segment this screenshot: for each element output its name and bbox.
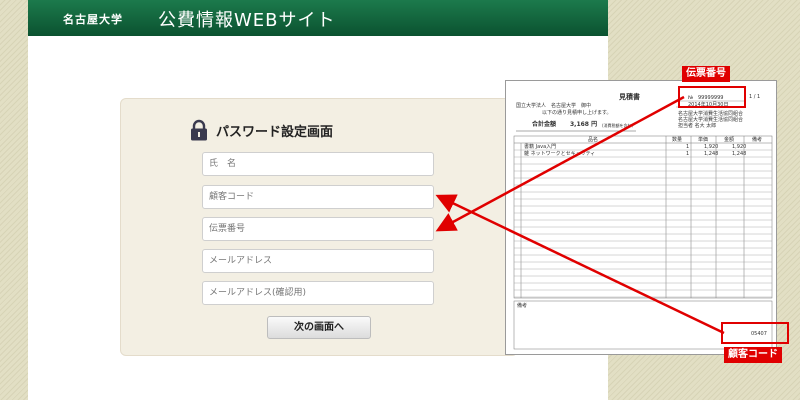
doc-page: 1 / 1 bbox=[749, 94, 761, 100]
doc-col-qty: 数量 bbox=[672, 137, 683, 143]
slip-number-highlight bbox=[678, 86, 746, 108]
doc-row1-qty: 1 bbox=[686, 144, 690, 150]
doc-row2-amount: 1,248 bbox=[732, 151, 747, 157]
slip-number-field[interactable] bbox=[202, 217, 434, 241]
next-button[interactable]: 次の画面へ bbox=[267, 316, 371, 339]
name-field[interactable] bbox=[202, 152, 434, 176]
doc-recipient: 国立大学法人 名古屋大学 御中 bbox=[516, 103, 592, 109]
doc-title: 見積書 bbox=[619, 93, 640, 101]
doc-greeting: 以下の通り見積申し上げます。 bbox=[542, 110, 612, 116]
doc-total-label: 合計金額 bbox=[532, 121, 557, 128]
doc-supplier-3: 担当者 名大 太郎 bbox=[678, 123, 717, 129]
doc-col-note: 備考 bbox=[752, 137, 763, 143]
customer-code-highlight bbox=[721, 322, 789, 344]
doc-col-item: 品名 bbox=[588, 137, 599, 143]
doc-col-price: 単価 bbox=[698, 137, 709, 143]
doc-row2-qty: 1 bbox=[686, 151, 690, 157]
doc-total-value: 3,168 円 bbox=[570, 121, 598, 128]
email-confirm-field[interactable] bbox=[202, 281, 434, 305]
doc-col-amount: 金額 bbox=[724, 137, 735, 143]
form-title: パスワード設定画面 bbox=[216, 125, 334, 140]
doc-row1-amount: 1,920 bbox=[732, 144, 747, 150]
doc-row1-item: 書籍 Java入門 bbox=[524, 144, 557, 150]
customer-code-annotation: 顧客コード bbox=[724, 347, 782, 363]
slip-number-annotation: 伝票番号 bbox=[682, 66, 730, 82]
doc-remarks-label: 備考 bbox=[517, 303, 528, 309]
site-header: 名古屋大学 公費情報WEBサイト bbox=[28, 0, 608, 36]
quote-document-image: 見積書 1 / 1 № 99999999 2014年10月30日 国立大学法人 … bbox=[505, 80, 777, 355]
doc-row1-price: 1,920 bbox=[704, 144, 719, 150]
lock-icon bbox=[191, 119, 207, 141]
doc-row2-price: 1,248 bbox=[704, 151, 719, 157]
email-field[interactable] bbox=[202, 249, 434, 273]
doc-total-note: (消費税額を含む) bbox=[602, 123, 634, 128]
site-title: 公費情報WEBサイト bbox=[158, 10, 336, 31]
customer-code-field[interactable] bbox=[202, 185, 434, 209]
doc-row2-item: 雑 ネットワークとセキュリティ bbox=[524, 151, 596, 157]
university-name: 名古屋大学 bbox=[63, 13, 123, 26]
